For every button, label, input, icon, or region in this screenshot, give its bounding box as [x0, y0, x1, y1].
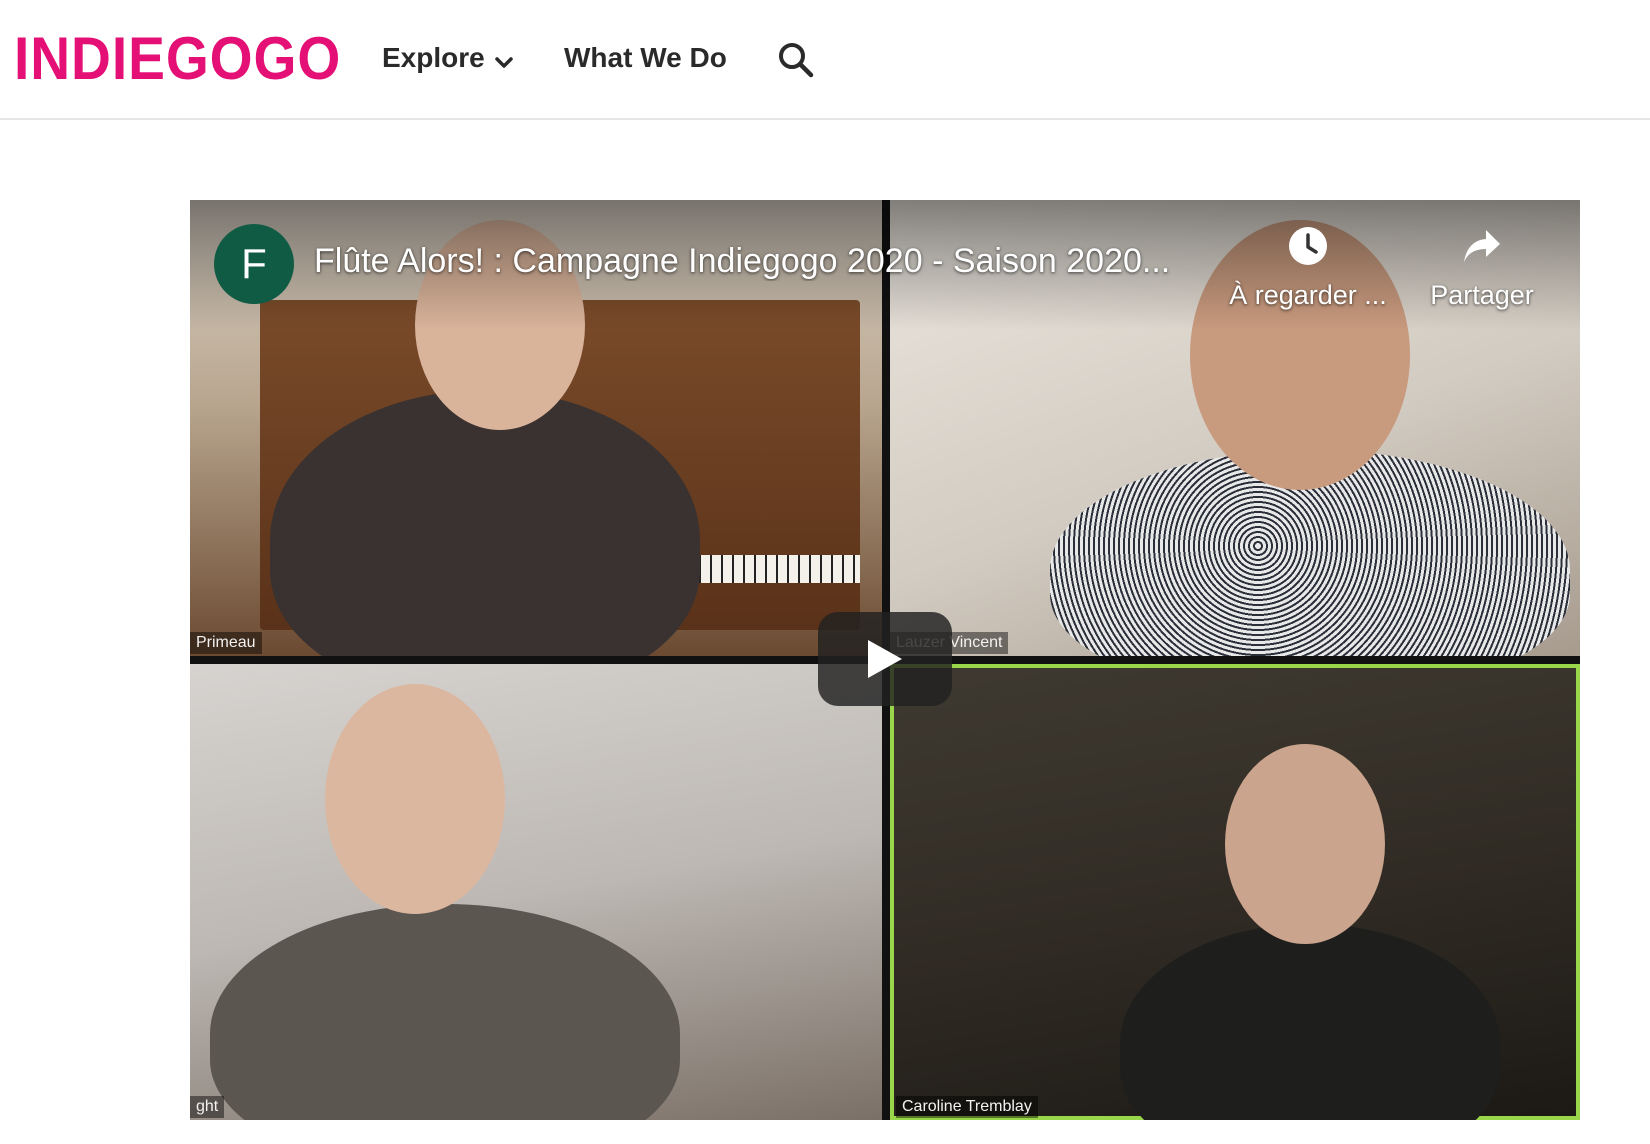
play-button[interactable] — [818, 612, 952, 706]
top-navigation-bar: INDIEGOGO Explore What We Do — [0, 0, 1650, 120]
participant-head — [1225, 744, 1385, 944]
play-icon — [868, 640, 902, 678]
channel-avatar[interactable]: F — [214, 224, 294, 304]
participant-figure — [1120, 924, 1500, 1120]
clock-icon — [1289, 227, 1327, 265]
participant-name-tag: ght — [190, 1096, 225, 1118]
campaign-video-player[interactable]: Primeau Lauzer Vincent ght Caroline Trem… — [190, 200, 1580, 1120]
participant-name-tag: Caroline Tremblay — [896, 1096, 1038, 1118]
search-icon — [779, 43, 814, 78]
nav-explore-label: Explore — [382, 42, 485, 73]
video-title-overlay: F Flûte Alors! : Campagne Indiegogo 2020… — [190, 200, 1580, 330]
participant-head — [325, 684, 505, 914]
share-label: Partager — [1430, 280, 1534, 310]
video-tile-bottom-left: ght — [190, 664, 882, 1120]
watch-later-label: À regarder ... — [1229, 280, 1387, 310]
nav-what-we-do[interactable]: What We Do — [564, 38, 727, 78]
indiegogo-logo[interactable]: INDIEGOGO — [14, 24, 341, 94]
share-button[interactable]: Partager — [1392, 224, 1572, 311]
participant-name-tag: Primeau — [190, 632, 262, 654]
participant-figure — [210, 904, 680, 1120]
video-title[interactable]: Flûte Alors! : Campagne Indiegogo 2020 -… — [314, 242, 1214, 281]
nav-explore[interactable]: Explore — [382, 38, 513, 80]
search-button[interactable] — [776, 40, 816, 80]
watch-later-button[interactable]: À regarder ... — [1218, 224, 1398, 311]
video-tile-bottom-right: Caroline Tremblay — [890, 664, 1580, 1120]
chevron-down-icon — [494, 40, 513, 80]
piano-keys-shape — [690, 555, 860, 583]
share-icon — [1464, 230, 1500, 262]
